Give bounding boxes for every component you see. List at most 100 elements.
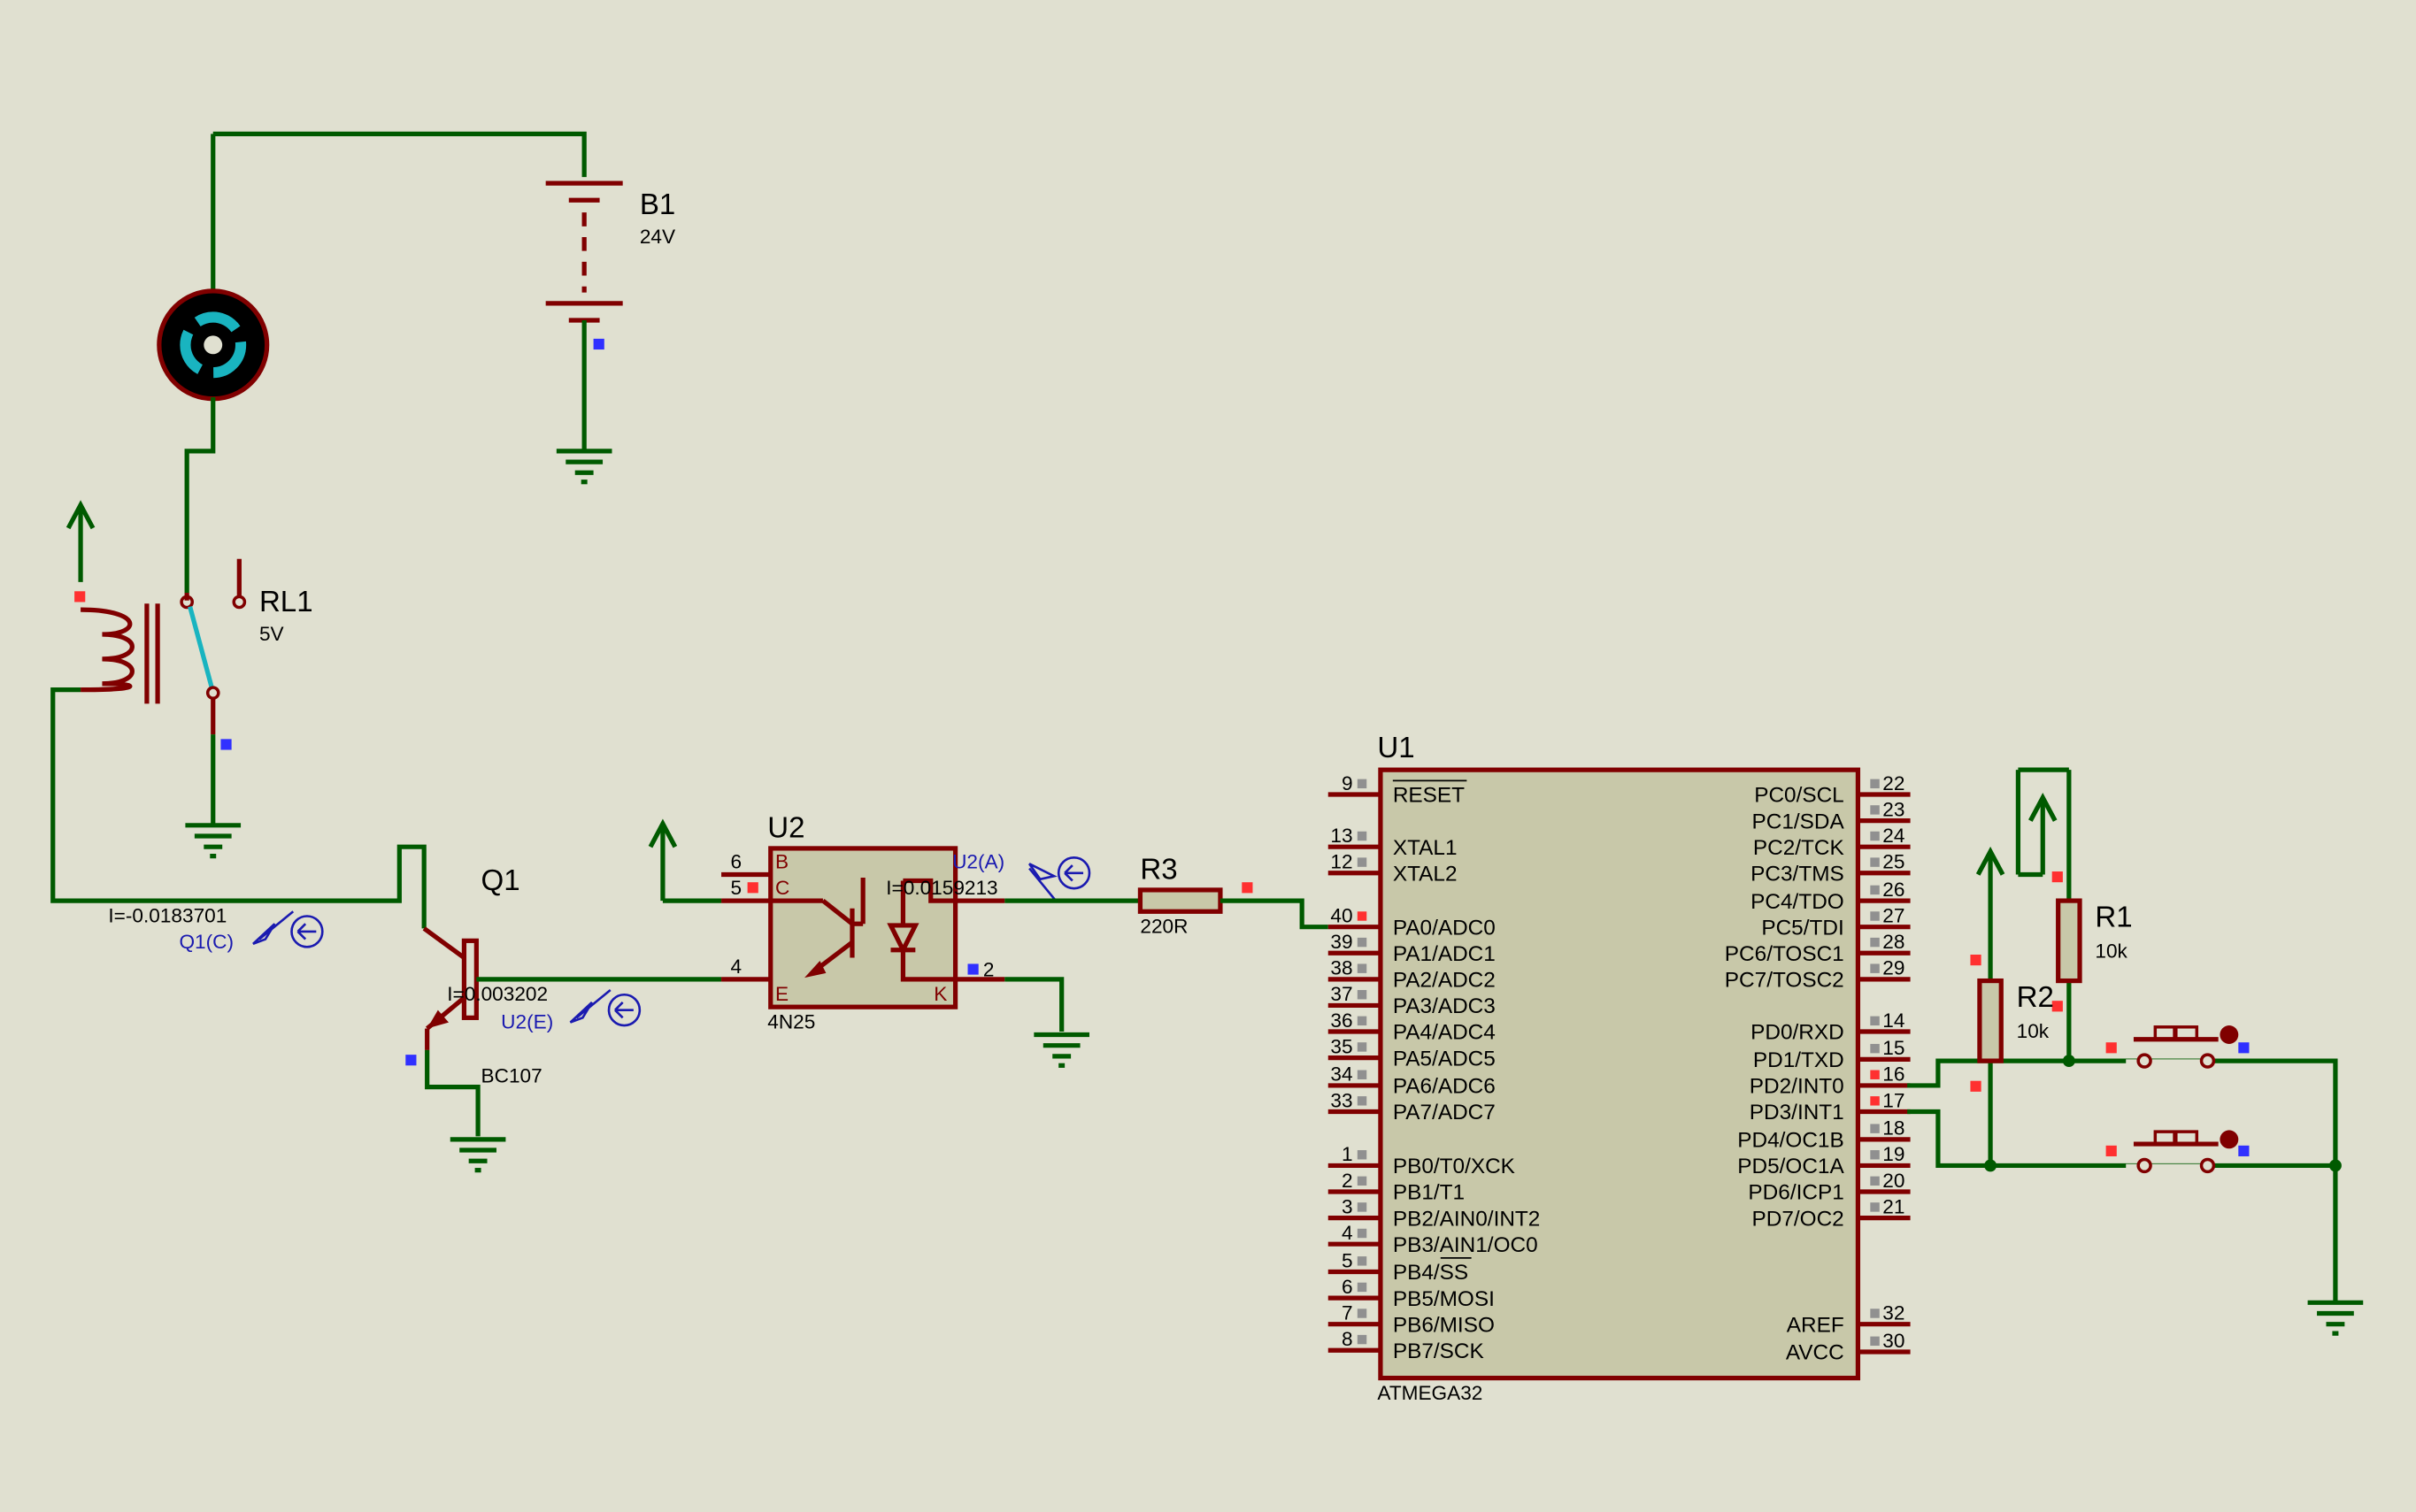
pin-name: PA1/ADC1 bbox=[1393, 942, 1496, 966]
pin-marker-red bbox=[1970, 955, 1981, 966]
pin-name: PC1/SDA bbox=[1752, 810, 1845, 833]
pin-marker bbox=[1357, 937, 1367, 948]
current-probe-q1c[interactable]: I=-0.0183701 Q1(C) bbox=[108, 904, 324, 953]
pin-number: 40 bbox=[1330, 904, 1352, 926]
pin-number: 13 bbox=[1330, 825, 1352, 847]
pin-name: PC7/TOSC2 bbox=[1725, 969, 1844, 993]
pin-name: AREF bbox=[1787, 1313, 1844, 1337]
pin-number: 15 bbox=[1882, 1037, 1904, 1059]
pin-marker bbox=[1357, 857, 1367, 867]
ground-symbol bbox=[556, 449, 612, 485]
relay-contact-arm bbox=[188, 606, 214, 687]
dc-motor[interactable] bbox=[157, 288, 270, 402]
pin-name: PD4/OC1B bbox=[1737, 1129, 1844, 1153]
button-state-icon bbox=[2220, 1130, 2239, 1149]
pin-number: 2 bbox=[1342, 1170, 1353, 1192]
pin-marker bbox=[1870, 885, 1880, 895]
pin-number: 34 bbox=[1330, 1063, 1352, 1086]
pin-number: 26 bbox=[1882, 879, 1904, 901]
pin-marker-red bbox=[2105, 1042, 2117, 1054]
optocoupler-ref: U2 bbox=[767, 812, 804, 845]
pin-number: 9 bbox=[1342, 772, 1353, 794]
pin-number: 25 bbox=[1882, 851, 1904, 873]
pin-name: PC0/SCL bbox=[1754, 784, 1844, 808]
pin-number: 5 bbox=[1342, 1249, 1353, 1271]
pin-marker bbox=[1357, 1096, 1367, 1106]
pin-number: 2 bbox=[983, 958, 995, 980]
pin-name: PC2/TCK bbox=[1753, 836, 1844, 860]
pin-number: 14 bbox=[1882, 1009, 1904, 1032]
pin-name: PB1/T1 bbox=[1393, 1181, 1465, 1205]
junction-dot bbox=[2062, 1055, 2075, 1068]
pin-number: 20 bbox=[1882, 1170, 1904, 1192]
pin-number: 6 bbox=[1342, 1276, 1353, 1298]
mcu-u1[interactable]: U1 ATMEGA32 9RESET13XTAL112XTAL240PA0/AD… bbox=[1327, 732, 1911, 1404]
pin-marker-blue bbox=[220, 739, 232, 750]
pin-name: PD6/ICP1 bbox=[1748, 1181, 1843, 1205]
pin-marker bbox=[1357, 1309, 1367, 1318]
resistor-value: 10k bbox=[2017, 1020, 2050, 1042]
transistor-q1[interactable]: Q1 BC107 bbox=[422, 864, 542, 1087]
probe-reading: I=0.0159213 bbox=[886, 877, 997, 899]
probe-name: U2(E) bbox=[501, 1011, 553, 1033]
pin-number: 16 bbox=[1882, 1063, 1904, 1086]
pin-marker-red bbox=[2105, 1145, 2117, 1156]
pin-marker-blue bbox=[2238, 1145, 2250, 1156]
pin-name: PD7/OC2 bbox=[1752, 1207, 1844, 1231]
pin-number: 1 bbox=[1342, 1143, 1353, 1165]
pin-marker bbox=[1870, 831, 1880, 841]
pin-name: PC5/TDI bbox=[1761, 916, 1843, 940]
resistor-r3[interactable]: R3 220R bbox=[1137, 854, 1223, 938]
ground-symbol bbox=[2307, 1300, 2364, 1336]
pin-name: PC4/TDO bbox=[1750, 890, 1844, 914]
pin-marker bbox=[1870, 1176, 1880, 1186]
battery-value: 24V bbox=[640, 226, 675, 248]
pin-marker bbox=[1357, 1016, 1367, 1026]
pin-name: PD1/TXD bbox=[1753, 1048, 1844, 1072]
junction-dot bbox=[1984, 1159, 1997, 1172]
pin-number: 8 bbox=[1342, 1328, 1353, 1350]
relay-ref: RL1 bbox=[259, 586, 313, 618]
probe-name: U2(A) bbox=[952, 851, 1004, 873]
pin-name: PA7/ADC7 bbox=[1393, 1101, 1496, 1124]
pin-name: PB2/AIN0/INT2 bbox=[1393, 1207, 1541, 1231]
pin-name: B bbox=[775, 851, 789, 873]
schematic-canvas[interactable]: B1 24V RL1 5V Q1 BC107 I=-0.0183701 Q1(C… bbox=[0, 0, 2416, 1512]
pin-marker bbox=[1357, 779, 1367, 789]
pin-marker-blue bbox=[967, 963, 979, 975]
pin-marker bbox=[1870, 1202, 1880, 1212]
pin-marker bbox=[1870, 857, 1880, 867]
pin-marker-red bbox=[2051, 871, 2063, 883]
pin-name: XTAL1 bbox=[1393, 836, 1458, 860]
resistor-r2[interactable]: R2 10k bbox=[1977, 874, 2054, 1166]
pin-marker bbox=[1870, 963, 1880, 973]
relay-rl1[interactable]: RL1 5V bbox=[81, 558, 313, 735]
resistor-ref: R3 bbox=[1140, 854, 1177, 886]
resistor-ref: R1 bbox=[2095, 902, 2132, 934]
pin-marker bbox=[1870, 937, 1880, 948]
pin-name: PD3/INT1 bbox=[1750, 1101, 1844, 1124]
power-terminal-arrow bbox=[2018, 792, 2058, 878]
pin-marker bbox=[1870, 1096, 1880, 1106]
pin-number: 19 bbox=[1882, 1143, 1904, 1165]
pin-number: 30 bbox=[1882, 1330, 1904, 1352]
pin-number: 27 bbox=[1882, 904, 1904, 926]
pin-number: 24 bbox=[1882, 825, 1904, 847]
battery-b1[interactable]: B1 24V bbox=[212, 131, 675, 450]
pin-number: 33 bbox=[1330, 1089, 1352, 1111]
pin-marker-red bbox=[1242, 882, 1253, 894]
pin-number: 4 bbox=[1342, 1222, 1353, 1244]
ground-symbol bbox=[1034, 1032, 1089, 1068]
pin-number: 35 bbox=[1330, 1035, 1352, 1057]
pin-marker bbox=[1357, 1334, 1367, 1345]
pin-name: K bbox=[934, 983, 947, 1005]
pin-number: 17 bbox=[1882, 1089, 1904, 1111]
mcu-part: ATMEGA32 bbox=[1377, 1382, 1482, 1404]
pin-marker-blue bbox=[593, 338, 604, 350]
optocoupler-u2[interactable]: 6 5 4 2 B C E K U2 4N25 bbox=[721, 812, 1005, 1033]
pin-name: C bbox=[775, 877, 789, 899]
pin-marker bbox=[1357, 1282, 1367, 1293]
pin-name: PD2/INT0 bbox=[1750, 1075, 1844, 1099]
pin-number: 29 bbox=[1882, 957, 1904, 979]
pin-number: 5 bbox=[730, 877, 742, 899]
